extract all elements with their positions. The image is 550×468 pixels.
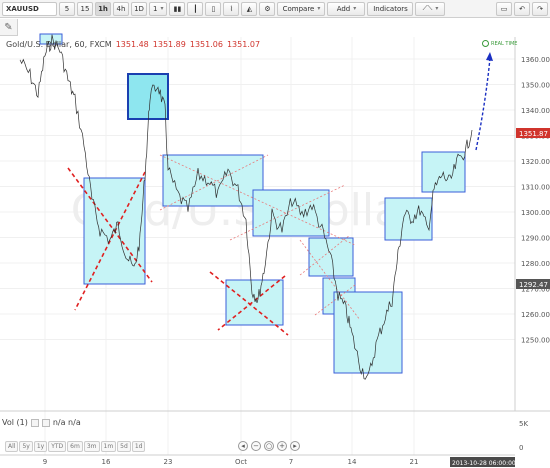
chart-legend: Gold/U.S. Dollar, 60, FXCM 1351.48 1351.…: [6, 40, 260, 49]
time-tick-label: 14: [348, 458, 357, 466]
pattern-box[interactable]: [225, 279, 284, 326]
time-tick-label: 16: [102, 458, 111, 466]
zoom-out-button[interactable]: −: [251, 441, 261, 451]
realtime-badge: REAL TIME: [482, 40, 517, 47]
legend-low: 1351.06: [189, 40, 223, 49]
time-cursor-label: 2013-10-28 06:00:00: [452, 460, 516, 467]
range-3m[interactable]: 3m: [83, 441, 100, 452]
price-tick-label: 1350.00: [521, 82, 550, 90]
price-tick-label: 1280.00: [521, 260, 550, 268]
range-1y[interactable]: 1y: [33, 441, 48, 452]
time-tick-label: Oct: [235, 458, 247, 466]
price-tick-label: 1260.00: [521, 311, 550, 319]
legend-high: 1351.89: [152, 40, 186, 49]
price-tick-label: 1310.00: [521, 184, 550, 192]
time-tick-label: 7: [289, 458, 293, 466]
range-6m[interactable]: 6m: [67, 441, 83, 452]
time-axis[interactable]: 9 16 23 Oct 7 14 21: [43, 458, 419, 466]
current-price-label: 1351.87: [519, 130, 548, 138]
price-tick-label: 1340.00: [521, 107, 550, 115]
volume-tick: 0: [519, 444, 523, 452]
range-1d[interactable]: 1d: [131, 441, 146, 452]
realtime-clock-icon: [482, 40, 489, 47]
time-tick-label: 23: [164, 458, 173, 466]
zoom-in-button[interactable]: +: [277, 441, 287, 451]
volume-value: n/a n/a: [52, 418, 81, 427]
pattern-box[interactable]: [252, 189, 330, 237]
pattern-box[interactable]: [333, 291, 403, 374]
pattern-box[interactable]: [162, 154, 264, 207]
legend-title: Gold/U.S. Dollar, 60, FXCM: [6, 40, 112, 49]
range-5y[interactable]: 5y: [19, 441, 33, 452]
chart-canvas[interactable]: Gold/U.S. Dollar 1360.001350.001340.0013…: [0, 0, 550, 468]
price-tick-label: 1250.00: [521, 337, 550, 345]
range-all[interactable]: All: [5, 441, 19, 452]
range-ytd[interactable]: YTD: [48, 441, 67, 452]
realtime-label: REAL TIME: [491, 40, 518, 47]
legend-close: 1351.07: [226, 40, 261, 49]
pattern-box[interactable]: [384, 197, 433, 241]
price-tick-label: 1320.00: [521, 158, 550, 166]
price-tick-label: 1300.00: [521, 209, 550, 217]
volume-legend: Vol (1) n/a n/a: [2, 418, 81, 427]
reset-button[interactable]: ○: [264, 441, 274, 451]
volume-close-icon[interactable]: [41, 418, 50, 427]
legend-open: 1351.48: [115, 40, 149, 49]
date-range-selector: All 5y 1y YTD 6m 3m 1m 5d 1d: [5, 441, 146, 452]
price-tick-label: 1290.00: [521, 235, 550, 243]
volume-tick: 5K: [519, 420, 528, 428]
chart-navigation: ◂ − ○ + ▸: [238, 441, 300, 451]
time-tick-label: 21: [410, 458, 419, 466]
volume-label: Vol (1): [2, 418, 28, 427]
price-axis[interactable]: 1360.001350.001340.001330.001320.001310.…: [521, 56, 550, 345]
volume-settings-icon[interactable]: [30, 418, 39, 427]
price-line-label: 1292.47: [519, 281, 548, 289]
pattern-box[interactable]: [127, 73, 169, 120]
scroll-right-button[interactable]: ▸: [290, 441, 300, 451]
range-5d[interactable]: 5d: [117, 441, 131, 452]
pattern-box[interactable]: [308, 237, 354, 277]
price-tick-label: 1360.00: [521, 56, 550, 64]
range-1m[interactable]: 1m: [100, 441, 117, 452]
scroll-left-button[interactable]: ◂: [238, 441, 248, 451]
time-tick-label: 9: [43, 458, 47, 466]
